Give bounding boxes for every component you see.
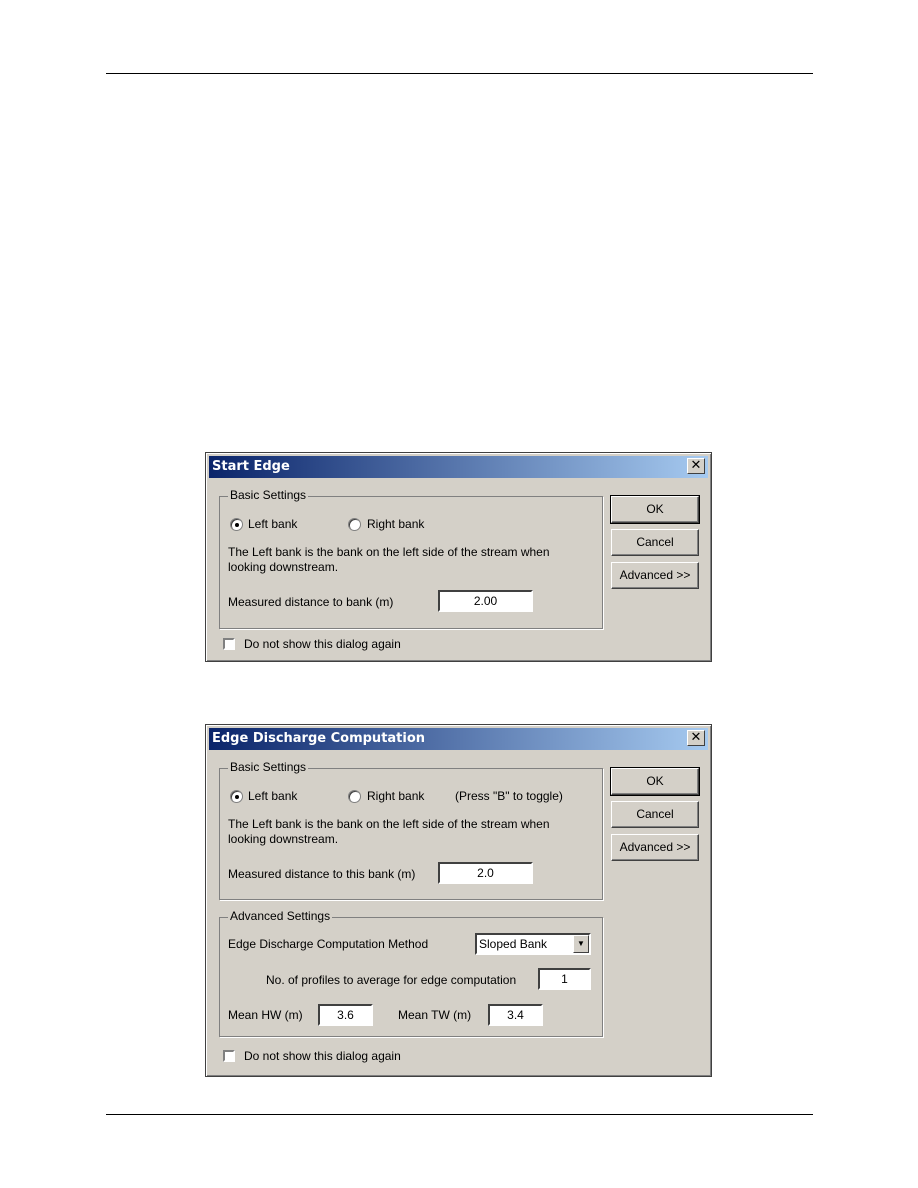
left-bank-label[interactable]: Left bank xyxy=(248,517,297,531)
distance-label: Measured distance to bank (m) xyxy=(228,595,394,609)
method-label: Edge Discharge Computation Method xyxy=(228,937,429,951)
distance-input[interactable]: 2.0 xyxy=(438,862,533,884)
group-legend: Advanced Settings xyxy=(228,909,333,923)
method-select[interactable]: Sloped Bank ▼ xyxy=(475,933,591,955)
close-icon: ✕ xyxy=(690,730,702,745)
close-icon: ✕ xyxy=(690,458,702,473)
start-edge-dialog: Start Edge ✕ Basic Settings Left bank Ri… xyxy=(205,452,712,662)
footer-rule xyxy=(106,1114,813,1115)
description-line-2: looking downstream. xyxy=(228,832,339,846)
description-line-1: The Left bank is the bank on the left si… xyxy=(228,545,550,559)
basic-settings-group: Basic Settings Left bank Right bank The … xyxy=(219,488,603,629)
right-bank-radio[interactable] xyxy=(348,790,361,803)
group-legend: Basic Settings xyxy=(228,760,309,774)
distance-label: Measured distance to this bank (m) xyxy=(228,867,416,881)
cancel-button[interactable]: Cancel xyxy=(611,529,699,556)
advanced-settings-group: Advanced Settings Edge Discharge Computa… xyxy=(219,909,603,1037)
dont-show-label[interactable]: Do not show this dialog again xyxy=(244,1049,401,1063)
toggle-hint: (Press "B" to toggle) xyxy=(455,789,563,803)
description-line-1: The Left bank is the bank on the left si… xyxy=(228,817,550,831)
profiles-input[interactable]: 1 xyxy=(538,968,591,990)
dont-show-checkbox[interactable] xyxy=(223,1050,235,1062)
dont-show-label[interactable]: Do not show this dialog again xyxy=(244,637,401,651)
distance-input[interactable]: 2.00 xyxy=(438,590,533,612)
mean-hw-label: Mean HW (m) xyxy=(228,1008,303,1022)
right-bank-radio[interactable] xyxy=(348,518,361,531)
dialog-title: Start Edge xyxy=(212,459,290,474)
right-bank-label[interactable]: Right bank xyxy=(367,517,424,531)
title-bar[interactable]: Edge Discharge Computation ✕ xyxy=(209,728,708,750)
ok-button[interactable]: OK xyxy=(610,495,700,524)
mean-hw-input[interactable]: 3.6 xyxy=(318,1004,373,1026)
left-bank-radio[interactable] xyxy=(230,518,243,531)
profiles-label: No. of profiles to average for edge comp… xyxy=(266,973,517,987)
basic-settings-group: Basic Settings Left bank Right bank (Pre… xyxy=(219,760,603,900)
left-bank-label[interactable]: Left bank xyxy=(248,789,297,803)
ok-button[interactable]: OK xyxy=(610,767,700,796)
mean-tw-label: Mean TW (m) xyxy=(398,1008,472,1022)
left-bank-radio[interactable] xyxy=(230,790,243,803)
close-button[interactable]: ✕ xyxy=(687,730,705,746)
mean-tw-input[interactable]: 3.4 xyxy=(488,1004,543,1026)
close-button[interactable]: ✕ xyxy=(687,458,705,474)
dialog-title: Edge Discharge Computation xyxy=(212,731,426,746)
edge-discharge-dialog: Edge Discharge Computation ✕ Basic Setti… xyxy=(205,724,712,1077)
group-legend: Basic Settings xyxy=(228,488,309,502)
title-bar[interactable]: Start Edge ✕ xyxy=(209,456,708,478)
dont-show-checkbox[interactable] xyxy=(223,638,235,650)
method-value: Sloped Bank xyxy=(479,937,548,951)
advanced-button[interactable]: Advanced >> xyxy=(611,562,699,589)
dropdown-arrow-icon[interactable]: ▼ xyxy=(573,935,589,953)
advanced-button[interactable]: Advanced >> xyxy=(611,834,699,861)
header-rule xyxy=(106,73,813,74)
right-bank-label[interactable]: Right bank xyxy=(367,789,424,803)
cancel-button[interactable]: Cancel xyxy=(611,801,699,828)
description-line-2: looking downstream. xyxy=(228,560,339,574)
